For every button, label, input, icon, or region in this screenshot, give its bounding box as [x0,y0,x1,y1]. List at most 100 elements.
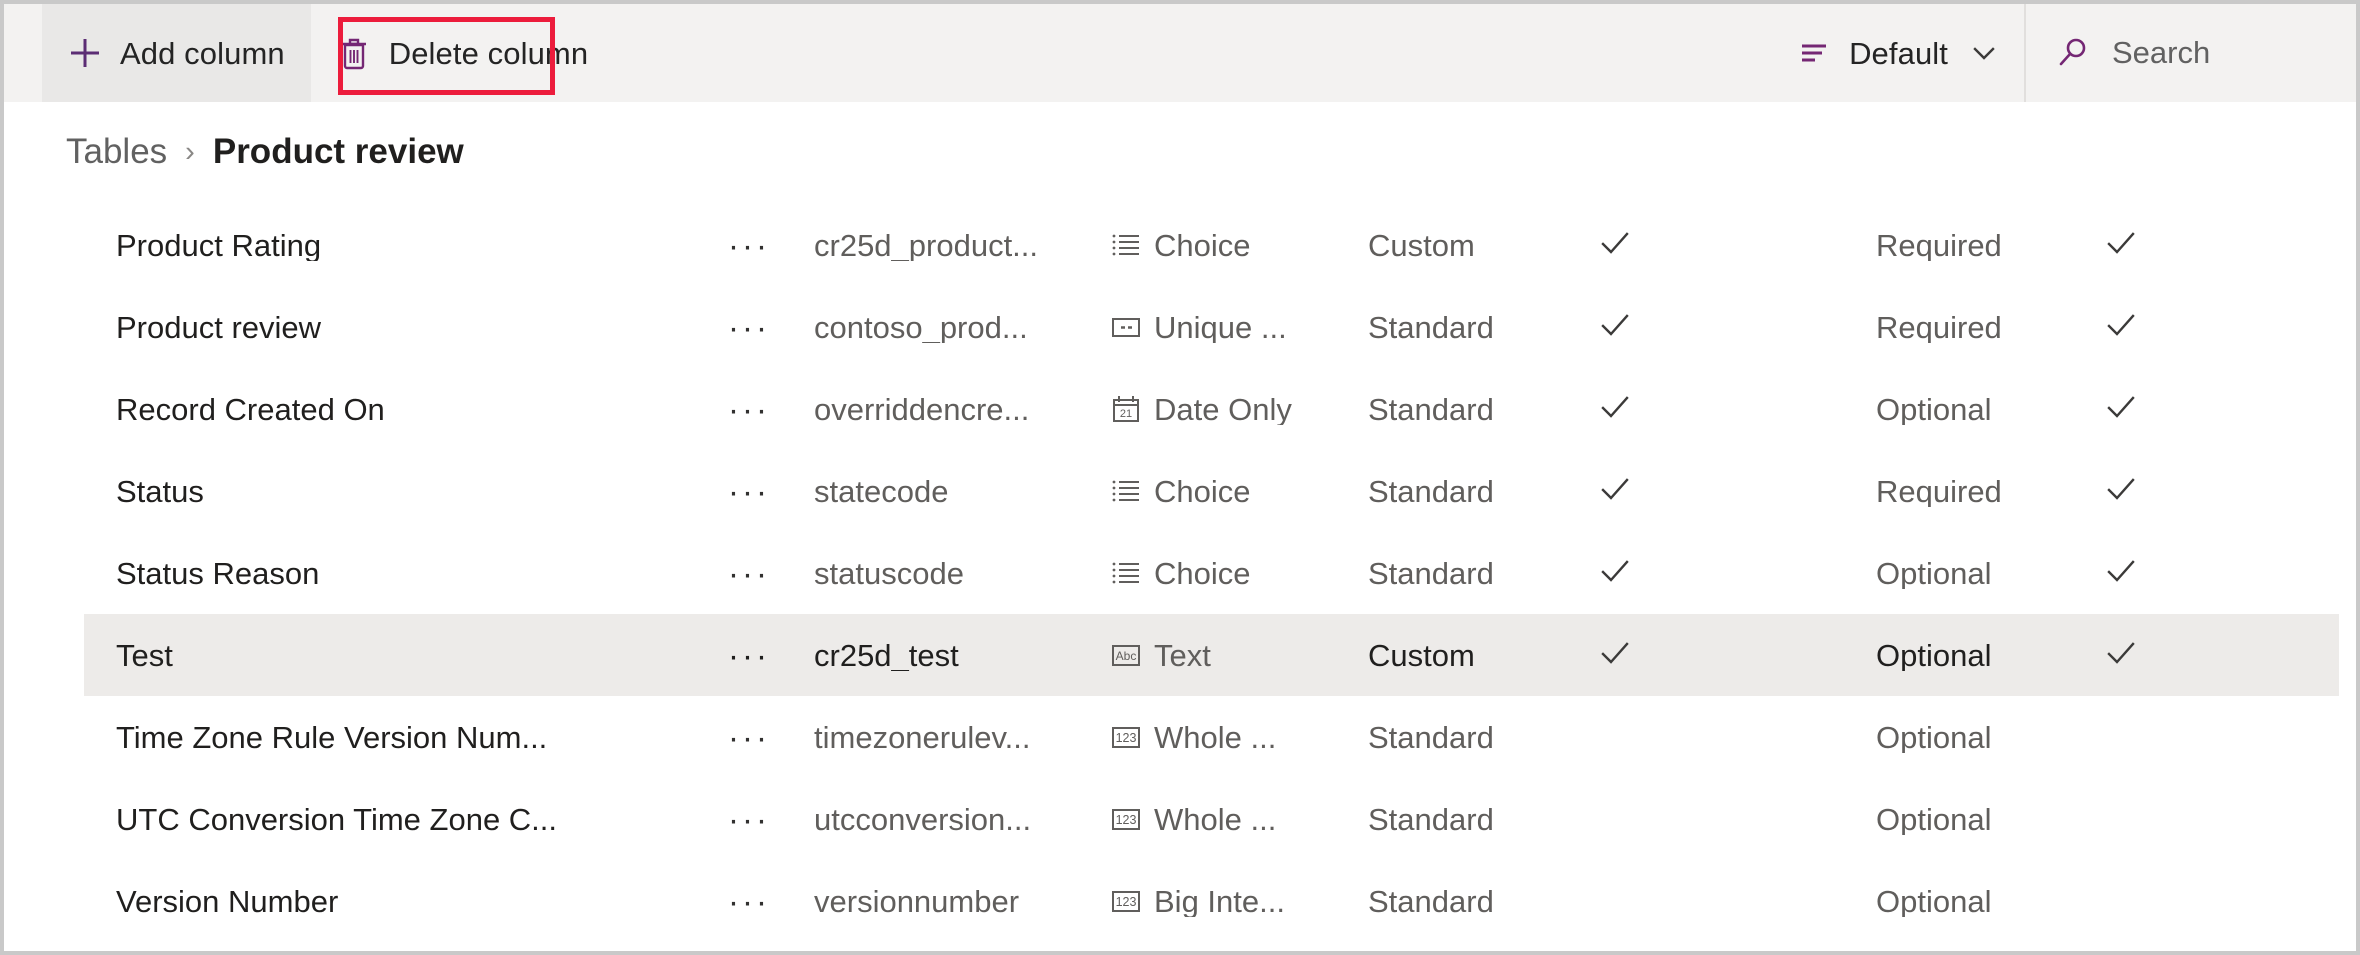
table-row[interactable]: Product Rating ··· cr25d_product... Choice C… [4,204,2356,286]
column-data-type-label: Whole ... [1154,721,1277,753]
column-data-type: Choice [1110,557,1360,589]
table-row[interactable]: Test ··· cr25d_test Abc Text Custom Optional [4,614,2356,696]
column-display-name: Product review [116,311,322,343]
column-origin-type: Custom [1368,229,1475,261]
table-row[interactable]: Version Number ··· versionnumber 123 Big Int… [4,860,2356,942]
svg-text:123: 123 [1116,895,1137,909]
column-display-name: UTC Conversion Time Zone C... [116,803,558,835]
column-data-type: Unique ... [1110,311,1360,343]
column-searchable-check [2102,306,2172,349]
column-logical-name: overriddencre... [814,393,1030,425]
add-column-label: Add column [120,35,285,71]
checkmark-icon [1596,552,1634,595]
search-input[interactable]: Search [2026,4,2356,102]
table-row[interactable]: Time Zone Rule Version Num... ··· timezone… [4,696,2356,778]
calendar-icon: 21 [1110,393,1142,425]
column-origin-type: Standard [1368,885,1494,917]
add-column-button[interactable]: Add column [42,4,311,102]
choice-list-icon [1110,557,1142,589]
column-data-type: Choice [1110,229,1360,261]
svg-text:Abc: Abc [1116,649,1137,663]
command-bar-spacer [614,4,1771,102]
column-searchable-check [2102,552,2172,595]
row-more-options-button[interactable]: ··· [704,229,794,262]
column-data-type-label: Choice [1154,557,1251,589]
column-origin-type: Standard [1368,721,1494,753]
svg-text:21: 21 [1120,408,1132,420]
table-row[interactable]: Status Reason ··· statuscode Choice Standard… [4,532,2356,614]
column-data-type-label: Big Inte... [1154,885,1285,917]
column-display-name: Record Created On [116,393,385,425]
column-display-name: Status [116,475,204,507]
column-display-name: Product Rating [116,229,322,261]
column-logical-name: cr25d_product... [814,229,1039,261]
column-data-type: Choice [1110,475,1360,507]
table-row[interactable]: Product review ··· contoso_prod... Unique .… [4,286,2356,368]
column-logical-name: utcconversion... [814,803,1032,835]
column-data-type-label: Date Only [1154,393,1292,425]
row-more-options-button[interactable]: ··· [704,475,794,508]
column-required-level: Required [1876,229,2002,261]
checkmark-icon [2102,634,2140,677]
breadcrumb: Tables › Product review [66,126,464,176]
column-display-name: Version Number [116,885,339,917]
row-more-options-button[interactable]: ··· [704,311,794,344]
column-data-type: Abc Text [1110,639,1360,671]
command-bar-left-group: Add column Delete column [4,4,614,102]
number-123-icon: 123 [1110,803,1142,835]
choice-list-icon [1110,229,1142,261]
checkmark-icon [1596,306,1634,349]
table-row[interactable]: Record Created On ··· overriddencre... 21 Da… [4,368,2356,450]
chevron-down-icon [1970,39,1998,67]
command-bar-right-group: Default Search [1771,4,2356,102]
table-row[interactable]: Status ··· statecode Choice Standard Required [4,450,2356,532]
svg-text:123: 123 [1116,731,1137,745]
column-origin-type: Standard [1368,475,1494,507]
column-origin-type: Custom [1368,639,1475,671]
row-more-options-button[interactable]: ··· [704,803,794,836]
row-more-options-button[interactable]: ··· [704,393,794,426]
number-123-icon: 123 [1110,885,1142,917]
checkmark-icon [2102,470,2140,513]
column-origin-type: Standard [1368,557,1494,589]
column-required-level: Optional [1876,885,1992,917]
column-searchable-check [2102,634,2172,677]
row-more-options-button[interactable]: ··· [704,885,794,918]
column-display-name: Test [116,639,173,671]
column-data-type-label: Unique ... [1154,311,1287,343]
row-more-options-button[interactable]: ··· [704,721,794,754]
number-123-icon: 123 [1110,721,1142,753]
checkmark-icon [1596,470,1634,513]
column-data-type-label: Whole ... [1154,803,1277,835]
column-origin-type: Standard [1368,803,1494,835]
svg-text:123: 123 [1116,813,1137,827]
column-display-name: Time Zone Rule Version Num... [116,721,548,753]
table-row[interactable]: UTC Conversion Time Zone C... ··· utcconve… [4,778,2356,860]
column-customizable-check [1596,306,1666,349]
column-required-level: Required [1876,475,2002,507]
checkmark-icon [2102,306,2140,349]
column-logical-name: statecode [814,475,949,507]
column-required-level: Optional [1876,803,1992,835]
row-more-options-button[interactable]: ··· [704,557,794,590]
column-required-level: Optional [1876,721,1992,753]
view-selector-button[interactable]: Default [1771,4,2024,102]
column-logical-name: statuscode [814,557,964,589]
column-customizable-check [1596,224,1666,267]
column-display-name: Status Reason [116,557,320,589]
column-searchable-check [2102,470,2172,513]
column-customizable-check [1596,552,1666,595]
breadcrumb-tables-link[interactable]: Tables [66,134,167,169]
search-icon [2056,36,2090,70]
column-required-level: Required [1876,311,2002,343]
column-required-level: Optional [1876,557,1992,589]
checkmark-icon [2102,224,2140,267]
delete-column-button[interactable]: Delete column [311,4,614,102]
column-logical-name: cr25d_test [814,639,959,671]
choice-list-icon [1110,475,1142,507]
abc-text-icon: Abc [1110,639,1142,671]
checkmark-icon [1596,224,1634,267]
delete-column-label: Delete column [388,35,589,71]
checkmark-icon [1596,388,1634,431]
row-more-options-button[interactable]: ··· [704,639,794,672]
